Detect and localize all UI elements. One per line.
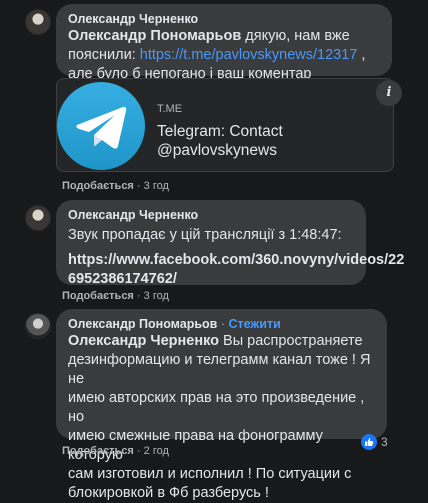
text-line: Олександр Черненко Вы распространяете [68,332,375,351]
separator: · [136,180,141,192]
comment-text: Олександр Пономарьов дякую, нам вже пояс… [68,27,380,84]
comment-author[interactable]: Олександр Черненко [68,207,354,223]
comment-author[interactable]: Олександр Пономарьов [68,317,217,331]
comment-actions: Подобається · 3 год [62,179,169,193]
telegram-logo-icon [57,82,145,170]
link-line[interactable]: https://www.facebook.com/360.novyny/vide… [68,251,404,270]
mention-link[interactable]: Олександр Черненко [68,333,219,349]
video-link[interactable]: https://www.facebook.com/360.novyny/vide… [68,251,404,289]
separator: · [220,317,225,331]
comment-timestamp[interactable]: 3 год [144,180,169,192]
text-line: имею авторских прав на это произведение … [68,390,365,425]
like-button[interactable]: Подобається [62,290,134,302]
comment-author[interactable]: Олександр Черненко [68,11,380,27]
comment-text: Олександр Черненко Вы распространяете де… [68,332,375,503]
mention-link[interactable]: Олександр Пономарьов [68,28,241,44]
comment-text: Звук пропадає у цій трансляції з 1:48:47… [68,227,342,243]
avatar[interactable] [25,9,51,35]
avatar[interactable] [25,313,51,339]
thumbs-up-icon [361,434,377,450]
comment-bubble: Олександр Пономарьов · Стежити Олександр… [56,309,387,501]
text-line: блокировкой в Фб разберусь ! [68,485,269,501]
like-button[interactable]: Подобається [62,180,134,192]
follow-button[interactable]: Стежити [228,317,280,331]
reaction-summary[interactable]: 3 [361,433,388,451]
separator: · [136,290,141,302]
link-line[interactable]: 6952386174762/ [68,270,354,289]
comment-timestamp[interactable]: 3 год [144,290,169,302]
comment-actions: Подобається · 2 год [62,444,169,458]
avatar[interactable] [25,205,51,231]
text-segment: Вы распространяете [219,333,363,349]
telegram-link[interactable]: https://t.me/pavlovskynews/12317 [140,47,358,63]
preview-domain: T.ME [157,103,183,115]
comment-bubble: Олександр Черненко Олександр Пономарьов … [56,4,392,82]
comment-bubble: Олександр Черненко Звук пропадає у цій т… [56,200,404,287]
comment-author-line: Олександр Пономарьов · Стежити [68,316,375,332]
reaction-count: 3 [381,435,388,449]
separator: · [136,445,141,457]
text-line: сам изготовил и исполнил ! По ситуации с [68,466,352,482]
comment-actions: Подобається · 3 год [62,289,169,303]
comment-timestamp[interactable]: 2 год [144,445,169,457]
text-line: дезинформацию и телеграмм канал тоже ! Я… [68,352,371,387]
preview-title: Telegram: Contact @pavlovskynews [157,122,283,160]
info-icon[interactable]: i [376,80,402,106]
preview-title-line: Telegram: Contact [157,123,283,140]
link-preview-card[interactable]: T.ME Telegram: Contact @pavlovskynews [56,78,394,172]
preview-title-line: @pavlovskynews [157,142,277,159]
like-button[interactable]: Подобається [62,445,134,457]
